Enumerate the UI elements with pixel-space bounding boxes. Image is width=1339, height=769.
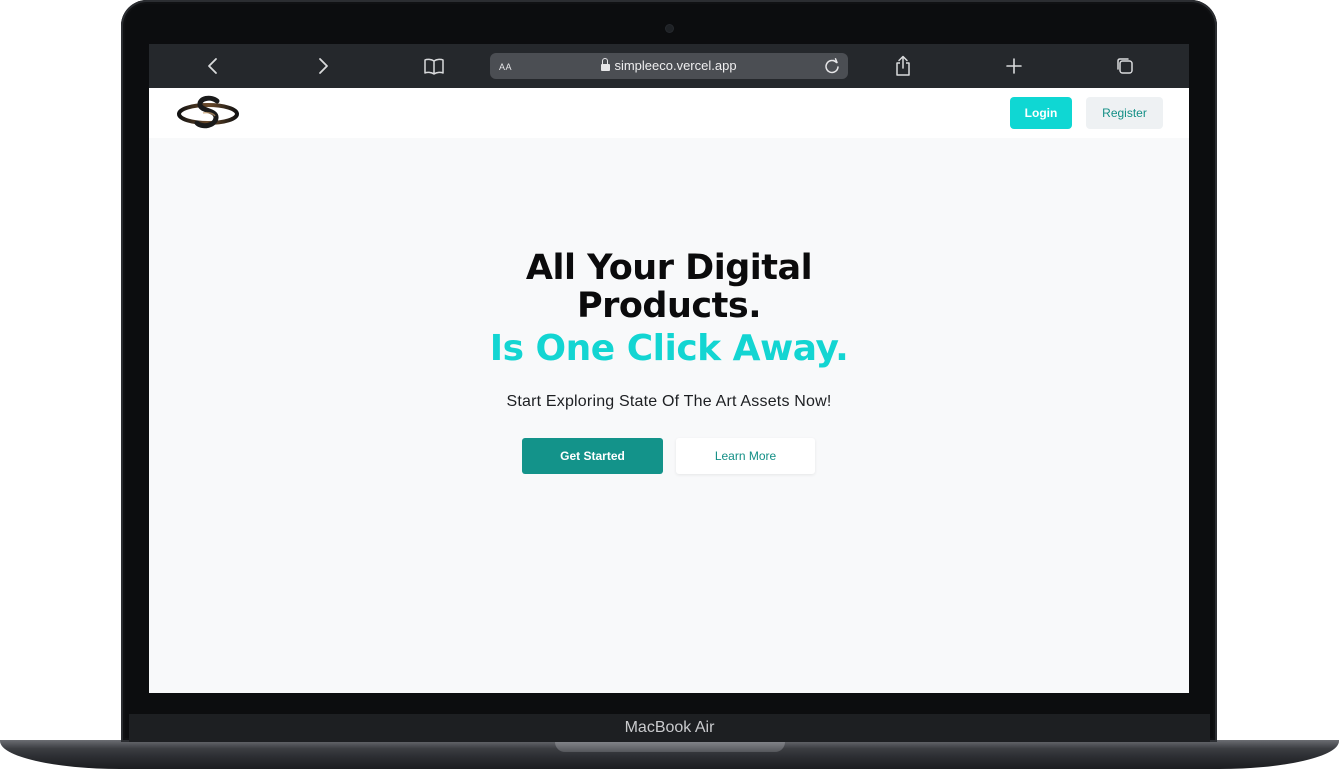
register-button[interactable]: Register — [1086, 97, 1163, 129]
laptop-screen: AA simpleeco.vercel.app Login Register A… — [149, 44, 1189, 693]
browser-toolbar: AA simpleeco.vercel.app — [149, 44, 1189, 88]
tabs-icon[interactable] — [1113, 54, 1137, 78]
get-started-button[interactable]: Get Started — [522, 438, 663, 474]
camera-icon — [666, 25, 673, 32]
laptop-chin: MacBook Air — [129, 714, 1210, 742]
login-button[interactable]: Login — [1010, 97, 1072, 129]
hero-title-line-1: All Your Digital — [525, 248, 813, 288]
chevron-left-icon[interactable] — [201, 54, 225, 78]
hero-title-line-2: Products. — [576, 286, 762, 326]
plus-icon[interactable] — [1002, 54, 1026, 78]
lock-icon — [601, 58, 611, 71]
reload-icon[interactable] — [823, 57, 841, 75]
url-text: simpleeco.vercel.app — [614, 58, 737, 73]
share-icon[interactable] — [891, 54, 915, 78]
address-url[interactable]: simpleeco.vercel.app — [490, 58, 848, 73]
site-logo[interactable] — [177, 95, 239, 131]
site-navbar: Login Register — [149, 88, 1189, 138]
model-label: MacBook Air — [624, 719, 715, 736]
learn-more-button[interactable]: Learn More — [676, 438, 815, 474]
hero-title-highlight: Is One Click Away. — [489, 328, 849, 369]
chevron-right-icon[interactable] — [311, 54, 335, 78]
hero-subtitle: Start Exploring State Of The Art Assets … — [506, 393, 832, 410]
laptop-mockup: AA simpleeco.vercel.app Login Register A… — [0, 0, 1339, 769]
address-bar[interactable]: AA simpleeco.vercel.app — [490, 53, 848, 79]
book-icon[interactable] — [422, 54, 446, 78]
